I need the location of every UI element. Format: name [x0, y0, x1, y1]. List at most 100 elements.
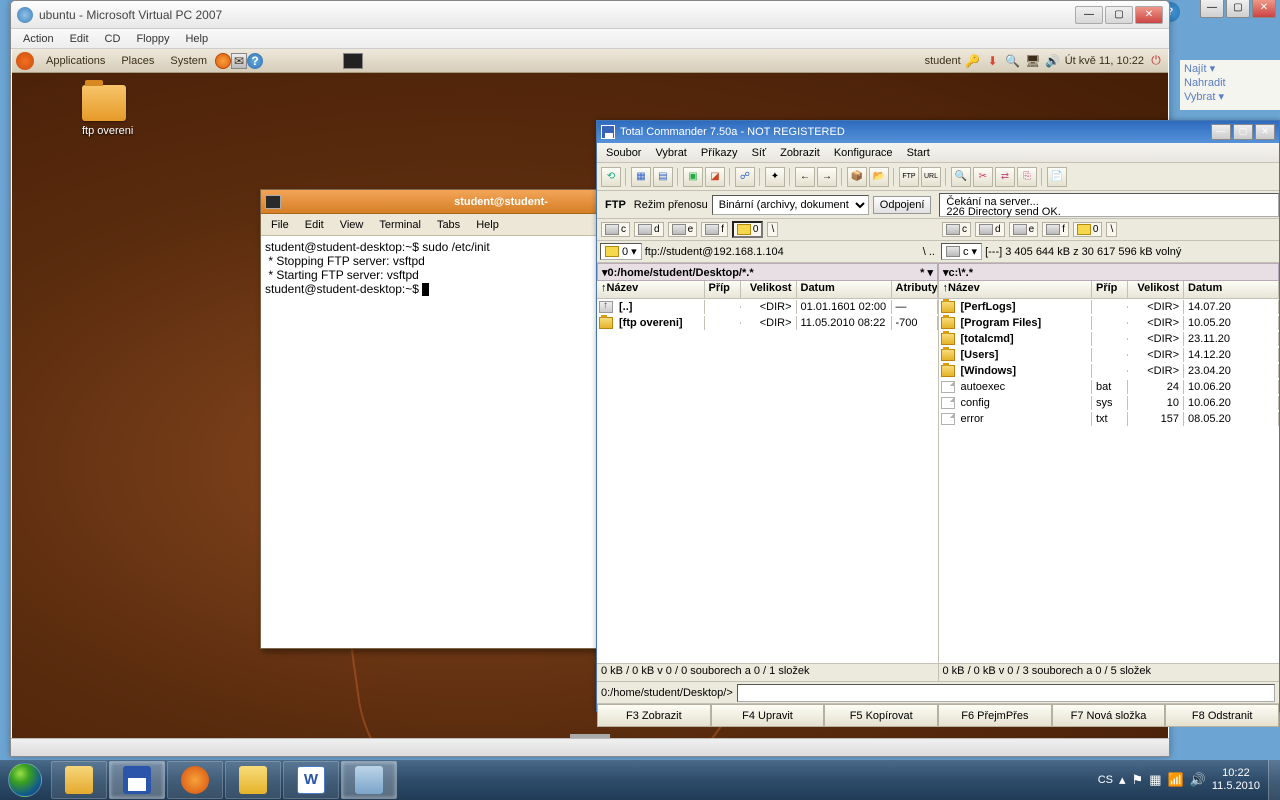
tc-maximize-button[interactable]: ▢: [1233, 124, 1253, 140]
gnome-menu-places[interactable]: Places: [113, 55, 162, 67]
gnome-user-label[interactable]: student: [925, 55, 961, 67]
drive-e-left[interactable]: e: [668, 222, 698, 237]
tc-menu-zobrazit[interactable]: Zobrazit: [773, 145, 827, 161]
tb-view-full-icon[interactable]: ▤: [653, 167, 673, 187]
tc-close-button[interactable]: ✕: [1255, 124, 1275, 140]
taskbtn-totalcmd[interactable]: [109, 761, 165, 799]
vpc-close-button[interactable]: ✕: [1135, 6, 1163, 24]
monitor-icon[interactable]: 🖥: [1025, 53, 1041, 69]
vpc-titlebar[interactable]: ubuntu - Microsoft Virtual PC 2007 — ▢ ✕: [11, 1, 1169, 29]
tc-minimize-button[interactable]: —: [1211, 124, 1231, 140]
col-ext[interactable]: Příp: [705, 281, 741, 298]
taskbtn-firefox[interactable]: [167, 761, 223, 799]
drive-net-right[interactable]: \: [1106, 222, 1117, 237]
taskbtn-explorer[interactable]: [225, 761, 281, 799]
tc-menu-konfigurace[interactable]: Konfigurace: [827, 145, 900, 161]
update-icon[interactable]: ⬇: [985, 53, 1001, 69]
fkey-f5[interactable]: F5 Kopírovat: [824, 704, 938, 727]
col-date[interactable]: Datum: [797, 281, 892, 298]
taskbtn-word[interactable]: W: [283, 761, 339, 799]
tb-copy-icon[interactable]: ⎘: [1017, 167, 1037, 187]
tc-disconnect-button[interactable]: Odpojení: [873, 196, 932, 214]
term-menu-edit[interactable]: Edit: [297, 217, 332, 233]
tb-unpack-icon[interactable]: 📂: [869, 167, 889, 187]
help-launcher-icon[interactable]: ?: [247, 53, 263, 69]
taskbtn-vpc[interactable]: [341, 761, 397, 799]
tray-flag-icon[interactable]: ⚑: [1132, 772, 1144, 788]
gnome-clock[interactable]: Út kvě 11, 10:22: [1065, 55, 1144, 67]
tb-refresh-icon[interactable]: ⟲: [601, 167, 621, 187]
drive-c-left[interactable]: c: [601, 222, 630, 237]
vpc-menu-cd[interactable]: CD: [97, 31, 129, 47]
drive-e-right[interactable]: e: [1009, 222, 1039, 237]
tb-search-icon[interactable]: 🔍: [951, 167, 971, 187]
host-select-link[interactable]: Vybrat ▾: [1184, 90, 1276, 104]
col-size[interactable]: Velikost: [1128, 281, 1184, 298]
tb-ftp-icon[interactable]: ☍: [735, 167, 755, 187]
taskbtn-outlook[interactable]: [51, 761, 107, 799]
table-row[interactable]: [Program Files]<DIR>10.05.20: [939, 315, 1280, 331]
term-menu-file[interactable]: File: [263, 217, 297, 233]
ubuntu-logo-icon[interactable]: [16, 52, 34, 70]
tc-menu-vybrat[interactable]: Vybrat: [648, 145, 693, 161]
table-row[interactable]: [totalcmd]<DIR>23.11.20: [939, 331, 1280, 347]
vpc-menu-edit[interactable]: Edit: [62, 31, 97, 47]
host-find-link[interactable]: Najít ▾: [1184, 62, 1276, 76]
table-row[interactable]: errortxt15708.05.20: [939, 411, 1280, 427]
tb-sparkle-icon[interactable]: ✦: [765, 167, 785, 187]
tray-arrow-icon[interactable]: ▴: [1119, 772, 1126, 788]
fkey-f8[interactable]: F8 Odstranit: [1165, 704, 1279, 727]
drive-f-right[interactable]: f: [1042, 222, 1069, 237]
table-row[interactable]: [PerfLogs]<DIR>14.07.20: [939, 299, 1280, 315]
shutdown-icon[interactable]: ⏻: [1148, 53, 1164, 69]
drive-net-left[interactable]: \: [767, 222, 778, 237]
tray-clock[interactable]: 10:22 11.5.2010: [1212, 767, 1260, 793]
tb-url-icon[interactable]: URL: [921, 167, 941, 187]
mail-launcher-icon[interactable]: ✉: [231, 53, 247, 69]
firefox-launcher-icon[interactable]: [215, 53, 231, 69]
host-maximize-button[interactable]: ▢: [1226, 0, 1250, 18]
table-row[interactable]: configsys1010.06.20: [939, 395, 1280, 411]
tray-lang[interactable]: CS: [1098, 774, 1113, 786]
tray-network-icon[interactable]: 📶: [1168, 772, 1184, 788]
vpc-menu-action[interactable]: Action: [15, 31, 62, 47]
key-icon[interactable]: 🔑: [965, 53, 981, 69]
fkey-f3[interactable]: F3 Zobrazit: [597, 704, 711, 727]
tc-cmd-input[interactable]: [737, 684, 1275, 702]
tb-view-brief-icon[interactable]: ▦: [631, 167, 651, 187]
tc-menu-sit[interactable]: Síť: [745, 145, 774, 161]
tb-show-tree-icon[interactable]: ▣: [683, 167, 703, 187]
drive-c-right[interactable]: c: [942, 222, 971, 237]
fkey-f6[interactable]: F6 PřejmPřes: [938, 704, 1052, 727]
tc-left-list[interactable]: [..]<DIR>01.01.1601 02:00—[ftp overeni]<…: [597, 299, 938, 663]
tc-left-breadcrumb[interactable]: ▾0:/home/student/Desktop/*.** ▾: [597, 263, 938, 281]
drive-ftp-left[interactable]: 0: [732, 221, 764, 238]
vpc-menu-help[interactable]: Help: [177, 31, 216, 47]
vpc-menu-floppy[interactable]: Floppy: [128, 31, 177, 47]
tc-window[interactable]: Total Commander 7.50a - NOT REGISTERED —…: [596, 120, 1280, 712]
tc-transfer-select[interactable]: Binární (archivy, dokument: [712, 195, 869, 215]
term-menu-tabs[interactable]: Tabs: [429, 217, 468, 233]
tb-back-icon[interactable]: ←: [795, 167, 815, 187]
tray-tc-icon[interactable]: ▦: [1149, 772, 1161, 788]
tb-invert-icon[interactable]: ◪: [705, 167, 725, 187]
col-name[interactable]: ↑Název: [597, 281, 705, 298]
tb-sync-icon[interactable]: ⇄: [995, 167, 1015, 187]
tc-right-list[interactable]: [PerfLogs]<DIR>14.07.20[Program Files]<D…: [939, 299, 1280, 663]
vpc-minimize-button[interactable]: —: [1075, 6, 1103, 24]
gnome-menu-applications[interactable]: Applications: [38, 55, 113, 67]
col-attr[interactable]: Atributy: [892, 281, 938, 298]
tc-menu-start[interactable]: Start: [900, 145, 937, 161]
table-row[interactable]: [..]<DIR>01.01.1601 02:00—: [597, 299, 938, 315]
tc-right-breadcrumb[interactable]: ▾c:\*.*: [938, 263, 1279, 281]
search-icon[interactable]: 🔍: [1005, 53, 1021, 69]
col-name[interactable]: ↑Název: [939, 281, 1093, 298]
col-date[interactable]: Datum: [1184, 281, 1279, 298]
host-minimize-button[interactable]: —: [1200, 0, 1224, 18]
fkey-f7[interactable]: F7 Nová složka: [1052, 704, 1166, 727]
drive-f-left[interactable]: f: [701, 222, 728, 237]
col-size[interactable]: Velikost: [741, 281, 797, 298]
drive-d-right[interactable]: d: [975, 222, 1005, 237]
term-menu-help[interactable]: Help: [468, 217, 507, 233]
col-ext[interactable]: Příp: [1092, 281, 1128, 298]
